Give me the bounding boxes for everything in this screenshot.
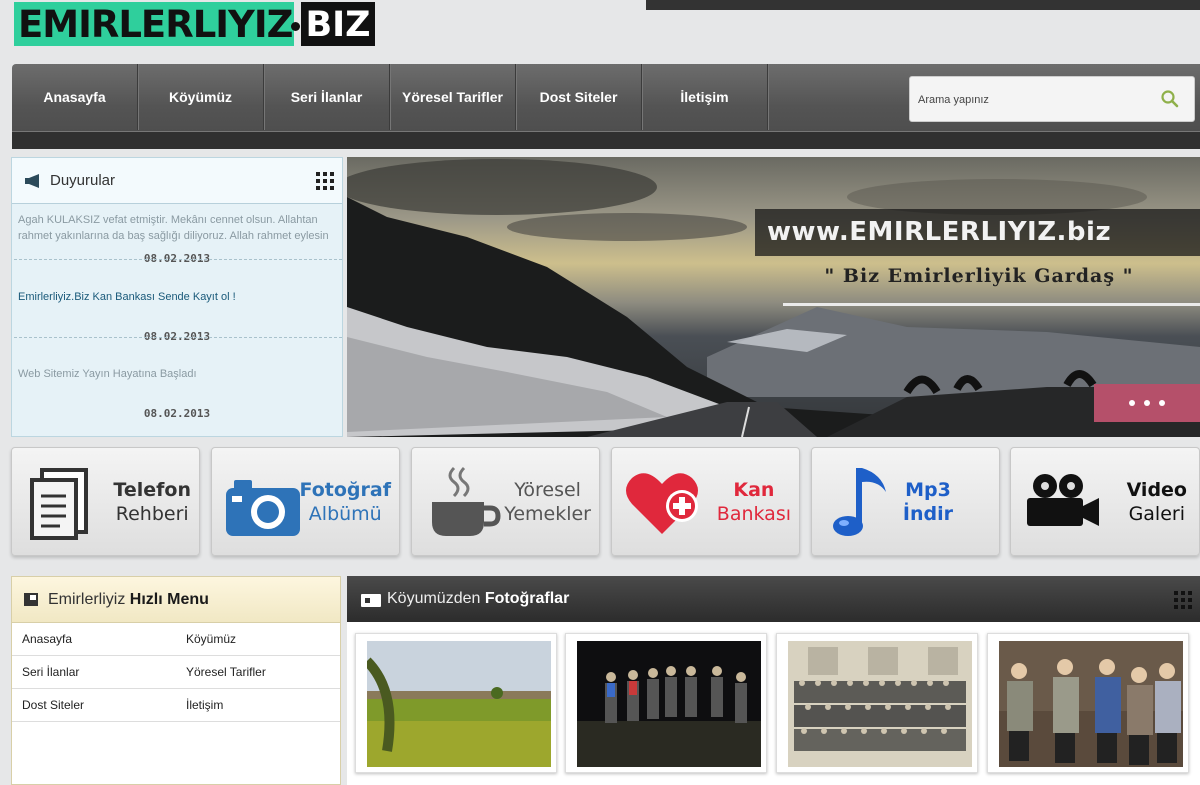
hero-slider[interactable]: www.EMIRLERLIYIZ.biz " Biz Emirlerliyik …	[347, 157, 1200, 437]
quick-menu-link[interactable]: Anasayfa	[12, 632, 176, 646]
tile-label: Video Galeri	[1127, 478, 1187, 526]
blood-bank-tile[interactable]: Kan Bankası	[611, 447, 800, 556]
nav-item-dost-siteler[interactable]: Dost Siteler	[516, 64, 642, 130]
tile-label-line2: Rehberi	[115, 503, 189, 525]
banner-title: www.EMIRLERLIYIZ.biz	[755, 209, 1200, 256]
announcement-item[interactable]: Agah KULAKSIZ vefat etmiştir. Mekânı cen…	[12, 212, 342, 244]
tile-label-line2: Galeri	[1128, 503, 1185, 525]
video-camera-icon	[1027, 474, 1099, 526]
tile-label-line1: Telefon	[113, 479, 191, 501]
quick-menu-panel: Emirlerliyiz Hızlı Menu Anasayfa Köyümüz…	[11, 576, 341, 785]
photos-title-a: Köyumüzden	[387, 590, 481, 607]
announcement-text[interactable]: Web Sitemiz Yayın Hayatına Başladı	[12, 366, 342, 382]
announcements-title: Duyurular	[50, 172, 116, 189]
photo-thumbnail[interactable]	[565, 633, 767, 773]
mp3-tile[interactable]: Mp3 İndir	[811, 447, 1000, 556]
quick-menu-link[interactable]: Köyümüz	[176, 632, 340, 646]
elders-photo	[999, 641, 1183, 767]
divider	[14, 337, 342, 338]
tile-label: Fotoğraf Albümü	[300, 478, 391, 526]
tile-label-line2: Albümü	[308, 503, 382, 525]
top-dark-bar	[646, 0, 1200, 10]
tile-label-line1: Video	[1126, 479, 1187, 501]
nav-item-koyumuz[interactable]: Köyümüz	[138, 64, 264, 130]
quick-menu-title-a: Emirlerliyiz	[48, 591, 126, 608]
quick-menu-link[interactable]: Dost Siteler	[12, 698, 176, 712]
logo-extension: BIZ	[301, 2, 375, 46]
photos-header: Köyumüzden Fotoğraflar	[347, 576, 1200, 622]
tile-label-line2: Yemekler	[504, 503, 591, 525]
announcements-panel: Duyurular Agah KULAKSIZ vefat etmiştir. …	[11, 157, 343, 437]
menu-icon	[24, 593, 38, 606]
local-food-tile[interactable]: Yöresel Yemekler	[411, 447, 600, 556]
quick-menu-title-b: Hızlı Menu	[129, 591, 209, 608]
grid-icon[interactable]	[1174, 591, 1192, 609]
heart-plus-icon	[626, 473, 698, 534]
cup-icon	[432, 466, 501, 536]
nav-item-anasayfa[interactable]: Anasayfa	[12, 64, 138, 130]
megaphone-icon	[25, 174, 39, 188]
phonebook-icon	[30, 468, 88, 540]
logo-main-text: EMIRLERLIYIZ	[14, 2, 295, 46]
search-input[interactable]	[918, 89, 1148, 111]
field-photo	[367, 641, 551, 767]
photo-thumbnail[interactable]	[776, 633, 978, 773]
site-logo[interactable]: EMIRLERLIYIZ BIZ	[14, 2, 375, 46]
tile-label-line1: Kan	[733, 479, 775, 501]
announcement-text[interactable]: Agah KULAKSIZ vefat etmiştir. Mekânı cen…	[12, 212, 342, 244]
announcements-header: Duyurular	[12, 158, 342, 204]
nav-item-iletisim[interactable]: İletişim	[642, 64, 768, 130]
music-note-icon	[833, 468, 886, 536]
quick-menu-row: Seri İlanlar Yöresel Tarifler	[12, 656, 340, 689]
tile-label-line2: Bankası	[716, 503, 791, 525]
logo-dot	[291, 21, 301, 31]
tile-label: Yöresel Yemekler	[504, 478, 591, 526]
quick-menu-link[interactable]: İletişim	[176, 698, 340, 712]
nav-item-yoresel-tarifler[interactable]: Yöresel Tarifler	[390, 64, 516, 130]
quick-menu-title: Emirlerliyiz Hızlı Menu	[48, 591, 209, 609]
tile-label-line2: İndir	[902, 503, 953, 525]
banner-underline	[783, 303, 1200, 306]
tile-label-line1: Fotoğraf	[299, 479, 391, 501]
tile-label: Kan Bankası	[717, 478, 791, 526]
night-group-photo	[577, 641, 761, 767]
quick-menu-row: Anasayfa Köyümüz	[12, 623, 340, 656]
quick-menu-link[interactable]: Seri İlanlar	[12, 665, 176, 679]
main-nav: Anasayfa Köyümüz Seri İlanlar Yöresel Ta…	[12, 64, 1200, 149]
village-photos-panel: Köyumüzden Fotoğraflar	[347, 576, 1200, 785]
photo-thumbnail[interactable]	[355, 633, 557, 773]
tile-label: Telefon Rehberi	[113, 478, 191, 526]
tile-label-line1: Yöresel	[514, 479, 581, 501]
nav-item-seri-ilanlar[interactable]: Seri İlanlar	[264, 64, 390, 130]
quick-menu-header: Emirlerliyiz Hızlı Menu	[12, 577, 340, 623]
banner-subtitle: " Biz Emirlerliyik Gardaş "	[824, 265, 1134, 287]
search-icon[interactable]	[1160, 89, 1180, 109]
slider-dots-button[interactable]	[1094, 384, 1200, 422]
divider	[14, 259, 342, 260]
announcement-date: 08.02.2013	[143, 407, 211, 420]
camera-icon	[226, 480, 300, 536]
quick-menu-row: Dost Siteler İletişim	[12, 689, 340, 722]
announcement-item[interactable]: Emirlerliyiz.Biz Kan Bankası Sende Kayıt…	[12, 289, 342, 305]
announcement-item[interactable]: Web Sitemiz Yayın Hayatına Başladı	[12, 366, 342, 382]
tile-label-line1: Mp3	[905, 479, 951, 501]
landscape-image	[347, 159, 1200, 437]
school-class-photo	[788, 641, 972, 767]
search-box	[909, 76, 1195, 122]
tile-label: Mp3 İndir	[903, 478, 953, 526]
phonebook-tile[interactable]: Telefon Rehberi	[11, 447, 200, 556]
grid-icon[interactable]	[316, 172, 334, 190]
photo-icon	[361, 594, 381, 607]
quick-menu-link[interactable]: Yöresel Tarifler	[176, 665, 340, 679]
photos-title: Köyumüzden Fotoğraflar	[387, 590, 569, 608]
nav-items: Anasayfa Köyümüz Seri İlanlar Yöresel Ta…	[12, 64, 768, 130]
nav-bottom-strip	[12, 131, 1200, 149]
photo-thumbnail[interactable]	[987, 633, 1189, 773]
video-gallery-tile[interactable]: Video Galeri	[1010, 447, 1200, 556]
photo-album-tile[interactable]: Fotoğraf Albümü	[211, 447, 400, 556]
photos-title-b: Fotoğraflar	[484, 590, 570, 607]
announcement-text[interactable]: Emirlerliyiz.Biz Kan Bankası Sende Kayıt…	[12, 289, 342, 305]
